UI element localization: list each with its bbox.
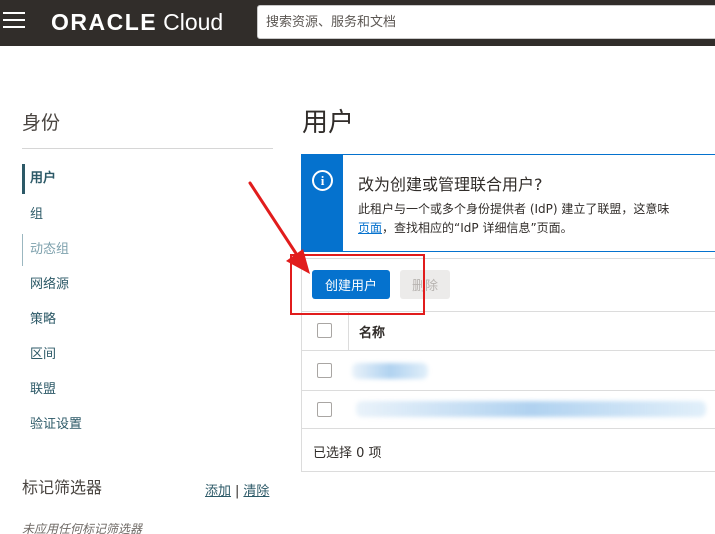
highlight-box-annotation (290, 254, 425, 315)
user-name-link-redacted[interactable] (352, 363, 428, 379)
row-divider (302, 428, 715, 429)
federation-info-banner: i 改为创建或管理联合用户? 此租户与一个或多个身份提供者 (IdP) 建立了联… (301, 154, 715, 252)
sidebar-item-users[interactable]: 用户 (22, 164, 222, 194)
selected-count: 已选择 0 项 (313, 446, 382, 461)
tag-filter-empty-text: 未应用任何标记筛选器 (22, 522, 143, 534)
logo-oracle-text: ORACLE (51, 8, 158, 35)
sidebar-divider (22, 148, 273, 149)
table-header-separator (348, 312, 349, 350)
search-input[interactable] (257, 5, 715, 39)
sidebar-item-compartments[interactable]: 区间 (22, 345, 222, 365)
sidebar-item-federation[interactable]: 联盟 (22, 380, 222, 400)
sidebar-item-groups[interactable]: 组 (22, 205, 222, 225)
sidebar-item-dynamic-groups[interactable]: 动态组 (22, 234, 222, 266)
info-banner-page-link[interactable]: 页面 (358, 221, 382, 235)
sidebar-title: 身份 (22, 112, 61, 134)
tag-filter-add-link[interactable]: 添加 (205, 484, 231, 499)
tag-filter-actions: 添加 | 清除 (205, 480, 269, 499)
info-banner-text-line1: 此租户与一个或多个身份提供者 (IdP) 建立了联盟，这意味 (358, 202, 670, 216)
row-divider (302, 390, 715, 391)
sidebar-item-policies[interactable]: 策略 (22, 310, 222, 330)
top-bar: ORACLE Cloud (0, 0, 715, 46)
page-title: 用户 (302, 108, 355, 138)
menu-icon[interactable] (3, 12, 25, 32)
red-arrow-annotation (248, 181, 310, 274)
user-name-link-redacted[interactable] (356, 401, 706, 417)
select-all-checkbox[interactable] (317, 323, 332, 338)
info-icon: i (312, 170, 333, 191)
sidebar-item-network-sources[interactable]: 网络源 (22, 275, 222, 295)
sidebar-item-authentication-settings[interactable]: 验证设置 (22, 415, 222, 435)
info-banner-body: 此租户与一个或多个身份提供者 (IdP) 建立了联盟，这意味 页面，查找相应的“… (358, 200, 669, 238)
tag-filter-separator: | (235, 484, 240, 499)
oracle-cloud-logo[interactable]: ORACLE Cloud (51, 8, 223, 36)
info-banner-heading: 改为创建或管理联合用户? (358, 175, 543, 194)
column-header-name[interactable]: 名称 (359, 322, 385, 341)
tag-filter-title: 标记筛选器 (22, 478, 103, 497)
tag-filter-clear-link[interactable]: 清除 (243, 484, 269, 499)
info-banner-text-line2: ，查找相应的“IdP 详细信息”页面。 (382, 221, 573, 235)
row-checkbox[interactable] (317, 402, 332, 417)
row-checkbox[interactable] (317, 363, 332, 378)
logo-cloud-text: Cloud (163, 8, 224, 35)
